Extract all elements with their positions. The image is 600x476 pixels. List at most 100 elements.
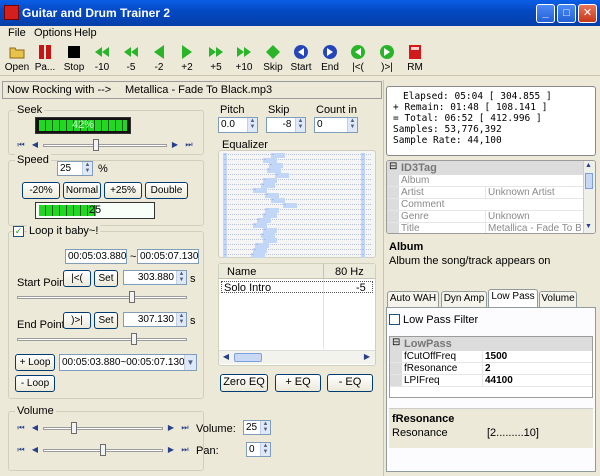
volume-next-icon[interactable]: ▶ — [165, 423, 177, 434]
eq-band-slider[interactable]: · · · — [223, 167, 371, 173]
loop-start-button[interactable]: |<( — [342, 44, 374, 73]
eq-col-hz[interactable]: 80 Hz — [335, 266, 364, 278]
tab-dyn-amp[interactable]: Dyn Amp — [441, 291, 487, 307]
eq-band-thumb[interactable]: · — [283, 202, 297, 208]
close-button[interactable]: ✕ — [578, 4, 597, 23]
eq-band-slider[interactable]: · · · — [223, 227, 371, 233]
eq-band-slider[interactable]: · · · — [223, 202, 371, 208]
eq-band-slider[interactable]: · · · — [223, 237, 371, 243]
property-row[interactable]: LPIFreq 44100 — [390, 375, 592, 387]
eq-scroll-thumb[interactable] — [234, 353, 262, 362]
loop-from-field[interactable]: 00:05:03.880 — [65, 249, 127, 264]
seek-first-icon[interactable]: ⏮ — [15, 140, 27, 151]
menu-file[interactable]: File — [8, 27, 26, 39]
eq-band-slider[interactable]: · · · — [223, 187, 371, 193]
eq-band-slider[interactable]: · · · — [223, 217, 371, 223]
end-point-set-button[interactable]: Set — [94, 312, 118, 329]
id3-header[interactable]: ⊟ ID3Tag — [387, 161, 583, 175]
tab-volume[interactable]: Volume — [539, 291, 577, 307]
scroll-right-icon[interactable]: ▶ — [361, 352, 373, 363]
property-value[interactable]: Unknown Artist — [485, 187, 581, 198]
eq-band-slider[interactable]: · · · — [223, 182, 371, 188]
eq-band-slider[interactable]: · · · — [223, 207, 371, 213]
eq-band-slider[interactable]: · · · — [223, 152, 371, 158]
pitch-field[interactable]: 0.0 ▲ ▼ — [218, 117, 258, 133]
eq-band-slider[interactable]: · · · — [223, 192, 371, 198]
skip-field[interactable]: -8 ▲ ▼ — [266, 117, 306, 133]
scroll-left-icon[interactable]: ◀ — [220, 352, 232, 363]
volume-last-icon[interactable]: ⏭ — [179, 423, 191, 434]
pan-next-icon[interactable]: ▶ — [165, 445, 177, 456]
eq-band-slider[interactable]: · · · — [223, 172, 371, 178]
start-point-field[interactable]: 303.880 ▲ ▼ — [123, 270, 187, 285]
maximize-button[interactable]: □ — [557, 4, 576, 23]
scroll-down-icon[interactable]: ▼ — [585, 223, 592, 230]
loop-to-field[interactable]: 00:05:07.130 — [137, 249, 199, 264]
remove-eq-button[interactable]: - EQ — [327, 374, 373, 392]
pan-first-icon[interactable]: ⏮ — [15, 445, 27, 456]
loop-list-select[interactable]: 00:05:03.880~00:05:07.130 ▼ — [59, 354, 197, 371]
end-point-slider[interactable] — [17, 333, 187, 345]
end-point-field[interactable]: 307.130 ▲ ▼ — [123, 312, 187, 327]
volume-slider[interactable] — [43, 422, 163, 434]
eq-band-thumb[interactable]: · — [275, 172, 289, 178]
seek-slider[interactable] — [43, 139, 167, 151]
property-row[interactable]: Artist Unknown Artist — [387, 187, 583, 199]
forward-10-button[interactable]: +10 — [228, 44, 260, 73]
start-point-set-button[interactable]: Set — [94, 270, 118, 287]
property-row[interactable]: fCutOffFreq 1500 — [390, 351, 592, 363]
eq-band-thumb[interactable]: · — [251, 252, 265, 258]
eq-band-slider[interactable]: · · · — [223, 242, 371, 248]
eq-band-slider[interactable]: · · · — [223, 247, 371, 253]
volume-prev-icon[interactable]: ◀ — [29, 423, 41, 434]
minimize-button[interactable]: _ — [536, 4, 555, 23]
property-value[interactable]: 1500 — [482, 351, 584, 362]
tab-auto-wah[interactable]: Auto WAH — [387, 291, 439, 307]
property-row[interactable]: fResonance 2 — [390, 363, 592, 375]
pan-slider[interactable] — [43, 444, 163, 456]
property-row[interactable]: Album — [387, 175, 583, 187]
low-pass-header[interactable]: ⊟ LowPass — [390, 337, 592, 351]
menu-help[interactable]: Help — [74, 27, 97, 39]
table-row[interactable]: Solo Intro -5 — [221, 281, 373, 294]
eq-band-slider[interactable]: · · · — [223, 162, 371, 168]
pan-last-icon[interactable]: ⏭ — [179, 445, 191, 456]
zero-eq-button[interactable]: Zero EQ — [220, 374, 268, 392]
volume-slider-thumb[interactable] — [71, 422, 77, 434]
id3-grid[interactable]: ⊟ ID3Tag Album Artist Unknown Artist Commen… — [386, 160, 596, 234]
count-in-field[interactable]: 0 ▲ ▼ — [314, 117, 358, 133]
volume-field[interactable]: 25 ▲ ▼ — [243, 420, 271, 435]
low-pass-grid[interactable]: ⊟ LowPass fCutOffFreq 1500 fResonance 2 LPIF… — [389, 336, 593, 398]
id3-scrollbar[interactable]: ▲ ▼ — [583, 161, 595, 233]
eq-preset-list[interactable]: Name 80 Hz Solo Intro -5 ◀ ▶ — [218, 263, 376, 366]
rm-button[interactable]: RM — [399, 44, 431, 73]
pause-button[interactable]: Pa... — [29, 44, 61, 73]
eq-list-scrollbar[interactable]: ◀ ▶ — [219, 350, 375, 364]
eq-band-slider[interactable]: · · · — [223, 197, 371, 203]
property-row[interactable]: Comment — [387, 199, 583, 211]
scroll-up-icon[interactable]: ▲ — [585, 162, 592, 169]
pan-slider-thumb[interactable] — [100, 444, 106, 456]
seek-prev-icon[interactable]: ◀ — [29, 140, 41, 151]
add-loop-button[interactable]: + Loop — [15, 354, 55, 371]
equalizer-sliders[interactable]: · · · · · · · · · · · · · · · · · · · · · · · · · · · · · · · · · · · · · · · ·… — [218, 150, 376, 258]
id3-scroll-thumb[interactable] — [585, 173, 593, 189]
speed-minus20-button[interactable]: -20% — [22, 182, 60, 199]
start-point-slider[interactable] — [17, 291, 187, 303]
speed-plus25-button[interactable]: +25% — [104, 182, 142, 199]
property-row[interactable]: Genre Unknown — [387, 211, 583, 223]
menu-options[interactable]: Options — [34, 27, 72, 39]
eq-band-slider[interactable]: · · · — [223, 212, 371, 218]
collapse-icon[interactable]: ⊟ — [389, 161, 397, 172]
start-point-thumb[interactable] — [129, 291, 135, 303]
start-point-jump-button[interactable]: |<( — [63, 270, 91, 287]
eq-band-slider[interactable]: · · · — [223, 232, 371, 238]
eq-band-slider[interactable]: · · · — [223, 177, 371, 183]
title-bar[interactable]: Guitar and Drum Trainer 2 _ □ ✕ — [0, 0, 600, 26]
speed-normal-button[interactable]: Normal — [63, 182, 101, 199]
speed-double-button[interactable]: Double — [145, 182, 188, 199]
eq-col-name[interactable]: Name — [227, 266, 256, 278]
seek-slider-thumb[interactable] — [92, 139, 99, 151]
seek-next-icon[interactable]: ▶ — [169, 140, 181, 151]
property-row[interactable]: Title Metallica - Fade To Bl — [387, 223, 583, 233]
